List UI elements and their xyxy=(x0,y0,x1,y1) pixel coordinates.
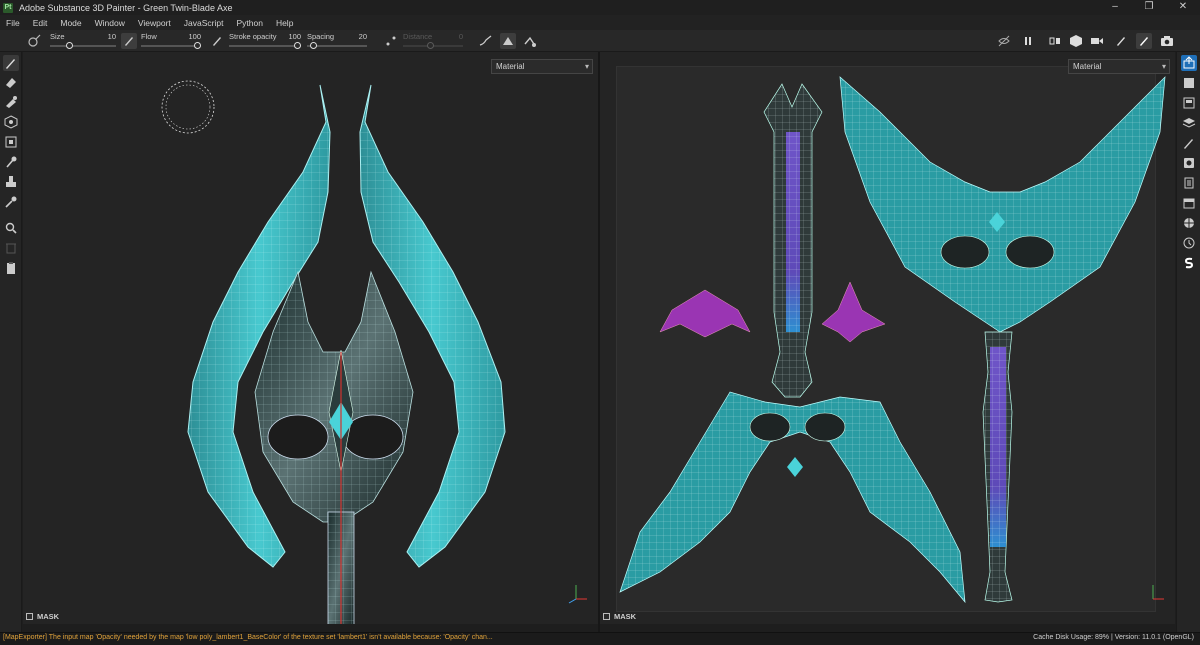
menu-mode[interactable]: Mode xyxy=(60,18,81,28)
brush-cursor xyxy=(161,80,215,134)
size-slider[interactable]: Size 10 xyxy=(50,32,116,50)
menu-edit[interactable]: Edit xyxy=(33,18,48,28)
brush-mode-icon[interactable] xyxy=(1136,33,1152,49)
menu-window[interactable]: Window xyxy=(95,18,125,28)
title-bar: Pt Adobe Substance 3D Painter - Green Tw… xyxy=(0,0,1200,15)
viewport-2d[interactable]: Material ▾ MASK xyxy=(600,52,1175,624)
bake-icon[interactable] xyxy=(3,220,19,236)
flow-slider[interactable]: Flow 100 xyxy=(141,32,201,50)
menu-file[interactable]: File xyxy=(6,18,20,28)
2d-mask-toggle[interactable]: MASK xyxy=(603,612,636,621)
polygon-fill-icon[interactable] xyxy=(3,134,19,150)
substance-logo-icon[interactable] xyxy=(1181,255,1197,271)
spacing-slider-knob[interactable] xyxy=(310,42,317,49)
layers-panel-icon[interactable] xyxy=(1181,75,1197,91)
size-slider-knob[interactable] xyxy=(66,42,73,49)
flow-value[interactable]: 100 xyxy=(188,32,201,41)
hide-brush-icon[interactable] xyxy=(996,33,1012,49)
mask-checkbox[interactable] xyxy=(26,613,33,620)
size-label: Size xyxy=(50,32,65,41)
size-value[interactable]: 10 xyxy=(108,32,116,41)
flow-slider-knob[interactable] xyxy=(194,42,201,49)
tools-sidebar xyxy=(0,52,22,632)
stroke-path-icon[interactable] xyxy=(478,33,494,49)
texture-set-icon[interactable] xyxy=(1181,95,1197,111)
stack-icon[interactable] xyxy=(1181,115,1197,131)
stroke-opacity-knob[interactable] xyxy=(294,42,301,49)
mask-checkbox[interactable] xyxy=(603,613,610,620)
color-picker-icon[interactable] xyxy=(3,194,19,210)
maximize-button[interactable]: ❐ xyxy=(1132,0,1166,15)
axis-gizmo xyxy=(563,579,589,605)
paint-tool-icon[interactable] xyxy=(1113,33,1129,49)
cube-view-icon[interactable] xyxy=(1068,33,1084,49)
window-title: Adobe Substance 3D Painter - Green Twin-… xyxy=(19,2,233,13)
version-label: | Version: 11.0.1 (OpenGL) xyxy=(1110,634,1194,641)
menu-javascript[interactable]: JavaScript xyxy=(184,18,224,28)
brush-panel-icon[interactable] xyxy=(1181,135,1197,151)
trash-icon xyxy=(3,240,19,256)
assets-icon[interactable] xyxy=(1181,195,1197,211)
axe-3d-model xyxy=(161,80,506,624)
pause-icon[interactable] xyxy=(1020,33,1036,49)
lazy-mouse-icon[interactable] xyxy=(26,33,42,49)
stroke-opacity-slider[interactable]: Stroke opacity 100 xyxy=(229,32,301,50)
paint-brush-icon[interactable] xyxy=(3,55,19,71)
display-settings-icon[interactable] xyxy=(1181,155,1197,171)
status-bar: [MapExporter] The input map 'Opacity' ne… xyxy=(0,632,1200,645)
geometry-fill-icon[interactable] xyxy=(3,114,19,130)
viewport-3d[interactable]: Material ▾ MASK xyxy=(23,52,598,624)
view-mode-icon[interactable] xyxy=(1047,33,1063,49)
shelf-icon[interactable] xyxy=(1181,215,1197,231)
tool-properties-bar: Size 10 Flow 100 Stroke opacity 100 Spac… xyxy=(0,30,1200,52)
app-logo-icon: Pt xyxy=(3,2,13,13)
menu-python[interactable]: Python xyxy=(236,18,262,28)
export-icon[interactable] xyxy=(1181,55,1197,71)
alignment-icon[interactable] xyxy=(522,33,538,49)
panels-sidebar xyxy=(1176,52,1200,632)
cache-value: 89% xyxy=(1095,634,1110,641)
symmetry-icon[interactable] xyxy=(500,33,516,49)
uv-layout xyxy=(619,76,1166,604)
smudge-icon[interactable] xyxy=(3,154,19,170)
status-right: Cache Disk Usage: 89% | Version: 11.0.1 … xyxy=(1033,634,1194,641)
distance-label: Distance xyxy=(403,32,433,41)
window-controls: – ❐ ✕ xyxy=(1098,0,1200,15)
dots-spacing-icon[interactable] xyxy=(383,33,399,49)
size-pressure-icon[interactable] xyxy=(121,33,137,49)
flow-label: Flow xyxy=(141,32,157,41)
close-button[interactable]: ✕ xyxy=(1166,0,1200,15)
spacing-slider[interactable]: Spacing 20 xyxy=(307,32,367,50)
minimize-button[interactable]: – xyxy=(1098,0,1132,15)
menu-help[interactable]: Help xyxy=(276,18,293,28)
stroke-opacity-value[interactable]: 100 xyxy=(288,32,301,41)
projection-icon[interactable] xyxy=(3,94,19,110)
flow-pressure-icon[interactable] xyxy=(209,33,225,49)
distance-value: 0 xyxy=(458,32,463,41)
clone-icon[interactable] xyxy=(3,174,19,190)
menu-viewport[interactable]: Viewport xyxy=(138,18,171,28)
distance-slider-knob xyxy=(427,42,434,49)
camera-video-icon[interactable] xyxy=(1089,33,1105,49)
3d-mask-label: MASK xyxy=(37,612,60,621)
properties-icon[interactable] xyxy=(1181,175,1197,191)
2d-mask-label: MASK xyxy=(614,612,637,621)
stroke-opacity-label: Stroke opacity xyxy=(229,32,277,41)
clipboard-icon[interactable] xyxy=(3,260,19,276)
distance-slider: Distance 0 xyxy=(403,32,463,50)
eraser-icon[interactable] xyxy=(3,74,19,90)
3d-mask-toggle[interactable]: MASK xyxy=(26,612,59,621)
cache-label: Cache Disk Usage: xyxy=(1033,634,1094,641)
spacing-value[interactable]: 20 xyxy=(359,32,367,41)
history-icon[interactable] xyxy=(1181,235,1197,251)
status-message[interactable]: [MapExporter] The input map 'Opacity' ne… xyxy=(3,634,493,641)
uv-axis-gizmo xyxy=(1140,579,1166,605)
menu-bar: File Edit Mode Window Viewport JavaScrip… xyxy=(0,15,1200,30)
spacing-label: Spacing xyxy=(307,32,335,41)
screenshot-camera-icon[interactable] xyxy=(1159,33,1175,49)
